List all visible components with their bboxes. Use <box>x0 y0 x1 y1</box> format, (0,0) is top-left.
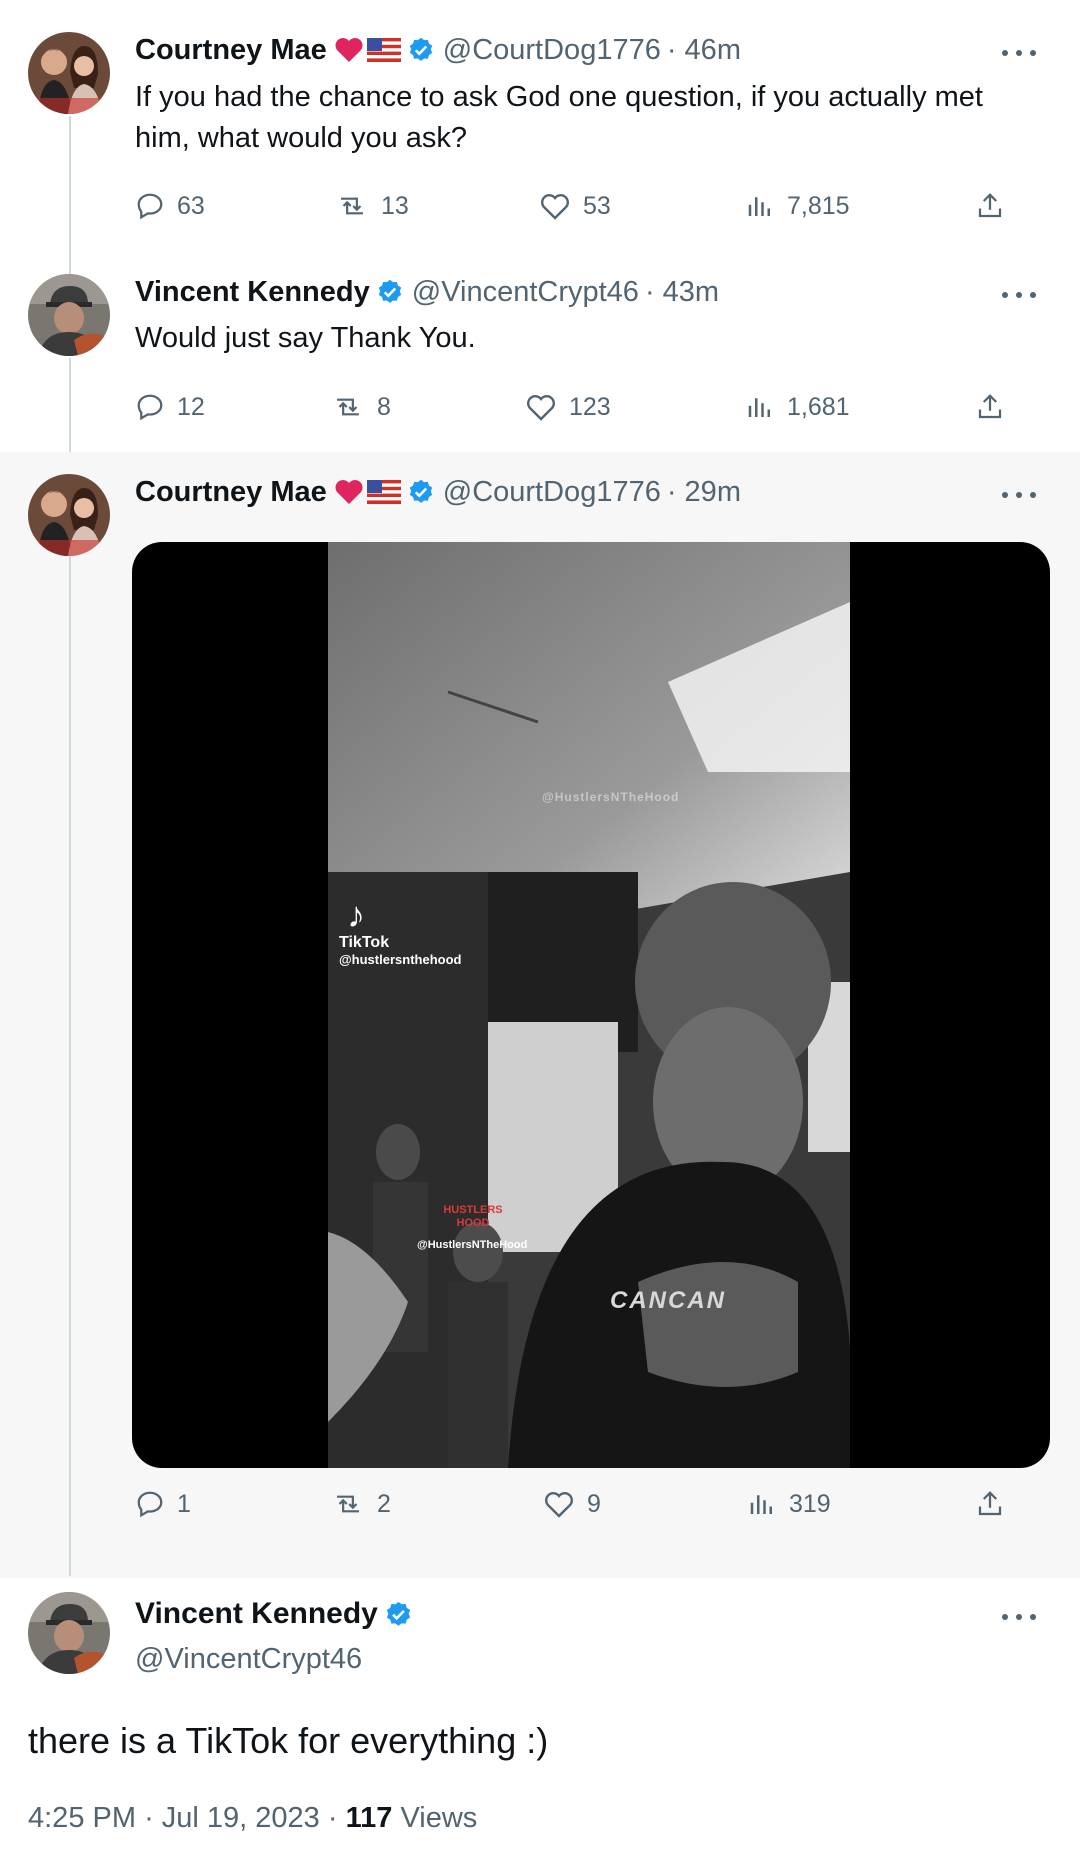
tweet-header: Courtney Mae @CourtDog1776 · 46m <box>135 32 741 68</box>
views-icon <box>747 1489 777 1519</box>
meta-separator: · <box>144 1802 162 1834</box>
like-button[interactable]: 9 <box>543 1484 601 1524</box>
like-button[interactable]: 123 <box>525 387 611 427</box>
video-watermark-top: @HustlersNTheHood <box>542 790 680 804</box>
views-icon <box>745 392 775 422</box>
share-button[interactable] <box>975 387 1005 427</box>
views-icon <box>745 191 775 221</box>
avatar[interactable] <box>28 32 110 114</box>
tiktok-logo-icon: ♪ <box>347 894 365 935</box>
tweet-actions: 63 13 53 7,815 <box>135 186 1015 226</box>
tweet-text: If you had the chance to ask God one que… <box>135 81 983 154</box>
views-count: 319 <box>789 1489 831 1518</box>
display-name[interactable]: Courtney Mae <box>135 474 327 510</box>
thread-line <box>69 556 71 1576</box>
reply-icon <box>135 191 165 221</box>
verified-badge-icon <box>376 278 404 306</box>
tweet-video[interactable]: @HustlersNTheHood ♪ TikTok @hustlersnthe… <box>132 542 1050 1468</box>
verified-badge-icon <box>407 478 435 506</box>
views-count: 1,681 <box>787 392 850 421</box>
retweet-button[interactable]: 2 <box>331 1484 391 1524</box>
tweet-time[interactable]: 4:25 PM <box>28 1802 136 1834</box>
retweet-button[interactable]: 8 <box>331 387 391 427</box>
us-flag-emoji-icon <box>366 38 401 62</box>
reply-count: 1 <box>177 1489 191 1518</box>
like-count: 9 <box>587 1489 601 1518</box>
heart-icon <box>543 1489 575 1519</box>
video-frame <box>328 542 850 1468</box>
retweet-count: 13 <box>381 191 409 220</box>
like-button[interactable]: 53 <box>539 186 611 226</box>
reply-button[interactable]: 1 <box>135 1484 191 1524</box>
avatar[interactable] <box>28 1592 110 1674</box>
tweet-header: Courtney Mae @CourtDog1776 · 29m <box>135 474 741 510</box>
hustlers-logo: HUSTLERS HOOD <box>443 1204 503 1229</box>
tweet-timestamp[interactable]: · 29m <box>667 474 741 510</box>
tweet-text: Would just say Thank You. <box>135 322 476 354</box>
share-icon <box>975 392 1005 422</box>
user-handle[interactable]: @CourtDog1776 <box>443 474 661 510</box>
more-icon[interactable] <box>1002 290 1036 300</box>
avatar[interactable] <box>28 274 110 356</box>
meta-separator: · <box>327 1802 346 1834</box>
tweet-header: Vincent Kennedy @VincentCrypt46 · 43m <box>135 274 719 310</box>
retweet-icon <box>335 191 369 221</box>
retweet-icon <box>331 392 365 422</box>
like-count: 53 <box>583 191 611 220</box>
reply-button[interactable]: 63 <box>135 186 205 226</box>
tweet-meta: 4:25 PM · Jul 19, 2023 · 117 Views <box>28 1802 477 1835</box>
share-icon <box>975 1489 1005 1519</box>
avatar[interactable] <box>28 474 110 556</box>
reply-button[interactable]: 12 <box>135 387 205 427</box>
views-button[interactable]: 1,681 <box>745 387 850 427</box>
views-button[interactable]: 7,815 <box>745 186 850 226</box>
views-count[interactable]: 117 <box>346 1802 393 1834</box>
share-icon <box>975 191 1005 221</box>
tiktok-handle: @hustlersnthehood <box>339 952 462 967</box>
user-handle[interactable]: @VincentCrypt46 <box>412 274 639 310</box>
us-flag-emoji-icon <box>366 480 401 504</box>
tweet-actions: 1 2 9 319 <box>135 1484 1015 1524</box>
tweet-timestamp[interactable]: · 43m <box>645 274 719 310</box>
share-button[interactable] <box>975 1484 1005 1524</box>
like-count: 123 <box>569 392 611 421</box>
thread-line <box>69 358 71 464</box>
views-count: 7,815 <box>787 191 850 220</box>
heart-emoji-icon <box>334 37 364 63</box>
reply-icon <box>135 392 165 422</box>
tweet-actions: 12 8 123 1,681 <box>135 387 1015 427</box>
retweet-icon <box>331 1489 365 1519</box>
retweet-count: 2 <box>377 1489 391 1518</box>
heart-icon <box>539 191 571 221</box>
user-handle[interactable]: @VincentCrypt46 <box>135 1643 362 1676</box>
more-icon[interactable] <box>1002 1612 1036 1622</box>
views-button[interactable]: 319 <box>747 1484 831 1524</box>
views-label: Views <box>400 1802 478 1834</box>
video-watermark-bottom: @HustlersNTheHood <box>417 1239 528 1251</box>
reply-count: 12 <box>177 392 205 421</box>
display-name[interactable]: Vincent Kennedy <box>135 1597 378 1631</box>
tweet-date[interactable]: Jul 19, 2023 <box>162 1802 320 1834</box>
more-icon[interactable] <box>1002 48 1036 58</box>
thread-line <box>69 116 71 276</box>
user-handle[interactable]: @CourtDog1776 <box>443 32 661 68</box>
verified-badge-icon <box>407 36 435 64</box>
shirt-text: CANCAN <box>610 1287 726 1314</box>
main-display-name-row: Vincent Kennedy <box>135 1597 413 1631</box>
tiktok-label: TikTok <box>339 934 390 951</box>
share-button[interactable] <box>975 186 1005 226</box>
heart-icon <box>525 392 557 422</box>
retweet-count: 8 <box>377 392 391 421</box>
tweet-text: there is a TikTok for everything :) <box>28 1720 549 1761</box>
retweet-button[interactable]: 13 <box>335 186 409 226</box>
display-name[interactable]: Courtney Mae <box>135 32 327 68</box>
reply-icon <box>135 1489 165 1519</box>
reply-count: 63 <box>177 191 205 220</box>
heart-emoji-icon <box>334 479 364 505</box>
verified-badge-icon <box>384 1600 413 1629</box>
tweet-timestamp[interactable]: · 46m <box>667 32 741 68</box>
more-icon[interactable] <box>1002 490 1036 500</box>
display-name[interactable]: Vincent Kennedy <box>135 274 370 310</box>
